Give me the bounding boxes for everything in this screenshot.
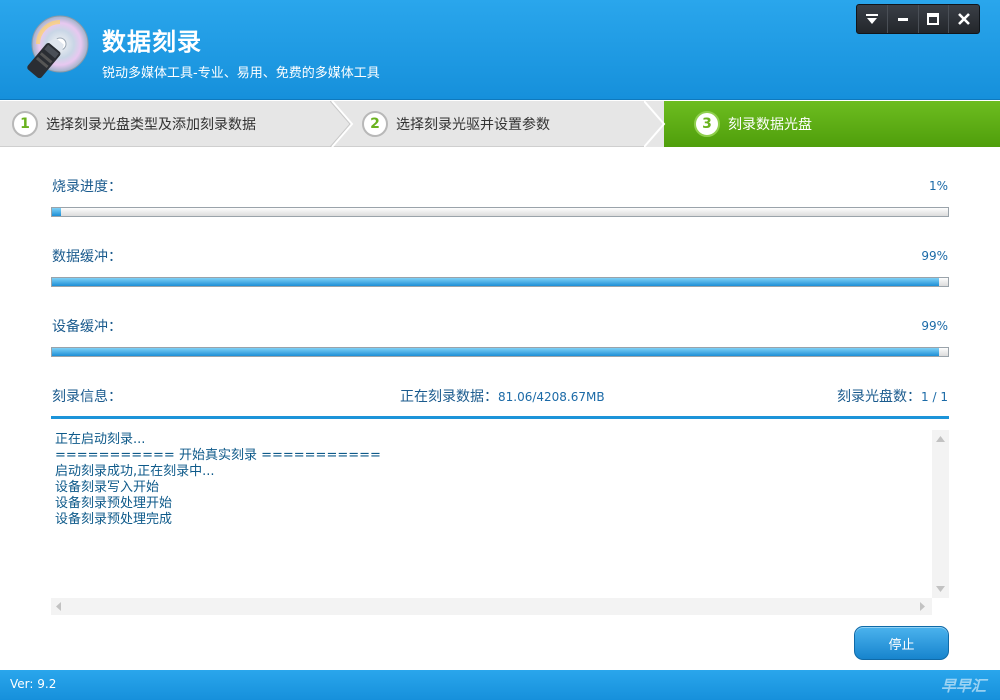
scroll-arrows-icon <box>936 436 945 592</box>
burn-log[interactable]: 正在启动刻录... =========== 开始真实刻录 ===========… <box>51 430 931 598</box>
device-buffer-fill <box>52 348 940 356</box>
burn-info-label: 刻录信息： <box>52 389 122 405</box>
menu-button[interactable] <box>857 5 887 33</box>
data-buffer-fill <box>52 278 940 286</box>
window-controls <box>856 4 980 34</box>
step-3[interactable]: 3 刻录数据光盘 <box>694 101 812 147</box>
log-line: 设备刻录写入开始 <box>55 480 160 495</box>
scroll-arrows-icon <box>56 602 925 611</box>
menu-icon <box>865 14 878 24</box>
watermark: 早早汇 <box>940 677 986 695</box>
disc-burner-logo-icon <box>18 14 90 86</box>
log-horizontal-scrollbar[interactable] <box>51 598 932 615</box>
disc-count-label: 刻录光盘数： <box>837 389 922 405</box>
step-separator-icon <box>330 101 354 147</box>
step-2[interactable]: 2 选择刻录光驱并设置参数 <box>362 101 550 147</box>
burn-progress-label: 烧录进度： <box>52 179 122 195</box>
step-number: 1 <box>12 111 38 137</box>
app-subtitle: 锐动多媒体工具-专业、易用、免费的多媒体工具 <box>102 66 380 81</box>
log-line: 设备刻录预处理完成 <box>55 512 173 527</box>
burn-progress-fill <box>52 208 61 216</box>
step-label: 刻录数据光盘 <box>728 117 812 133</box>
device-buffer-value: 99% <box>921 319 948 333</box>
step-navigator: 1 选择刻录光盘类型及添加刻录数据 2 选择刻录光驱并设置参数 3 刻录数据光盘 <box>0 101 1000 147</box>
burning-data-status: 正在刻录数据：81.06/4208.67MB <box>400 386 605 406</box>
burning-data-label: 正在刻录数据： <box>400 389 498 405</box>
maximize-icon <box>927 13 940 25</box>
step-label: 选择刻录光驱并设置参数 <box>396 117 550 133</box>
step-label: 选择刻录光盘类型及添加刻录数据 <box>46 117 256 133</box>
close-icon <box>958 13 971 25</box>
maximize-button[interactable] <box>917 5 949 33</box>
minimize-icon <box>897 18 908 21</box>
step-separator-icon <box>644 101 666 147</box>
step-number: 2 <box>362 111 388 137</box>
stop-button[interactable]: 停止 <box>854 626 949 660</box>
disc-count-status: 刻录光盘数：1 / 1 <box>837 386 948 406</box>
log-line: 正在启动刻录... <box>55 432 146 447</box>
data-buffer-bar <box>51 277 949 287</box>
minimize-button[interactable] <box>886 5 918 33</box>
close-button[interactable] <box>948 5 979 33</box>
step-number: 3 <box>694 111 720 137</box>
app-title: 数据刻录 <box>102 28 202 56</box>
info-separator <box>51 416 949 419</box>
disc-count-value: 1 / 1 <box>921 390 948 404</box>
device-buffer-label: 设备缓冲： <box>52 319 122 335</box>
burning-data-value: 81.06/4208.67MB <box>498 390 605 404</box>
log-line: =========== 开始真实刻录 =========== <box>55 448 381 463</box>
log-line: 启动刻录成功,正在刻录中... <box>55 464 215 479</box>
log-line: 设备刻录预处理开始 <box>55 496 173 511</box>
data-buffer-value: 99% <box>921 249 948 263</box>
burn-progress-bar <box>51 207 949 217</box>
version-label: Ver: 9.2 <box>10 677 57 691</box>
log-vertical-scrollbar[interactable] <box>932 430 949 598</box>
device-buffer-bar <box>51 347 949 357</box>
step-1[interactable]: 1 选择刻录光盘类型及添加刻录数据 <box>12 101 256 147</box>
data-buffer-label: 数据缓冲： <box>52 249 122 265</box>
status-bar: Ver: 9.2 早早汇 <box>0 670 1000 700</box>
title-bar: 数据刻录 锐动多媒体工具-专业、易用、免费的多媒体工具 <box>0 0 1000 100</box>
burn-progress-value: 1% <box>928 179 948 193</box>
